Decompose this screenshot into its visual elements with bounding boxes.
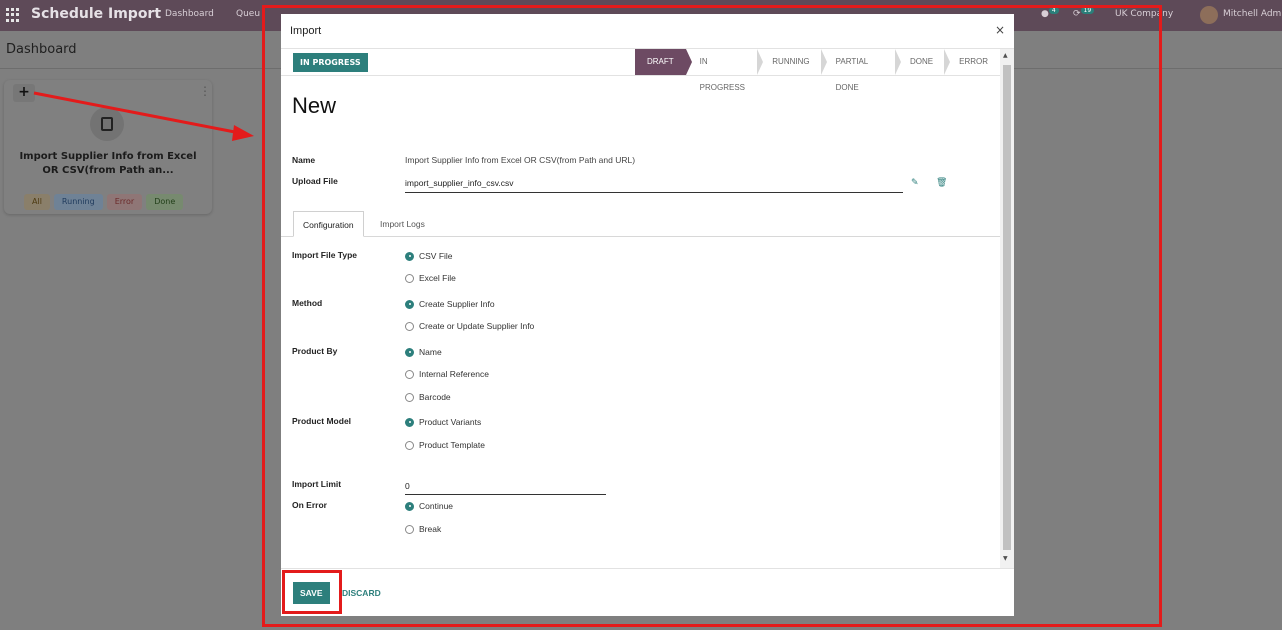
annotation-arrow bbox=[33, 91, 254, 141]
